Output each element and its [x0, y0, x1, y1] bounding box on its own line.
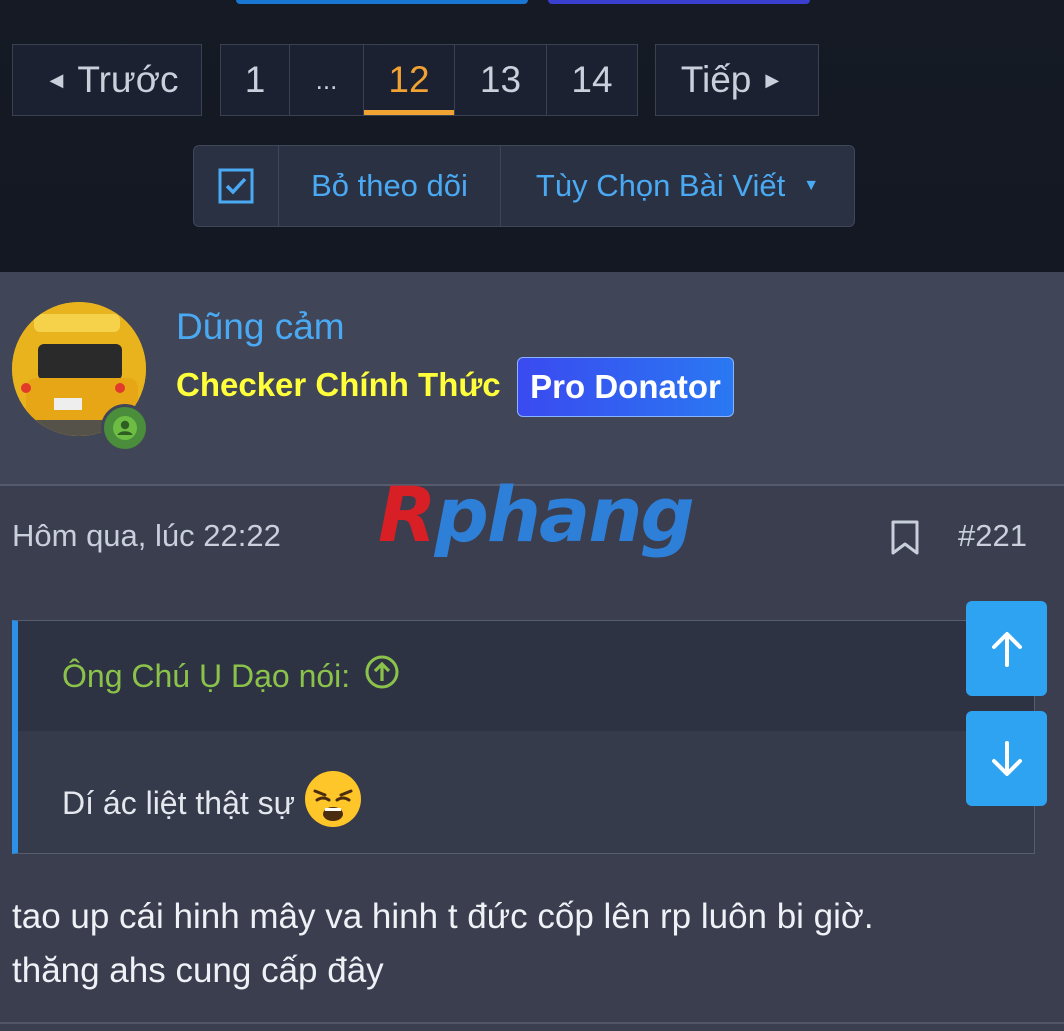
post-number-link[interactable]: #221 — [958, 518, 1027, 554]
divider — [0, 1022, 1064, 1024]
online-status-indicator — [101, 404, 149, 452]
quote-block: Ông Chú Ụ Dạo nói: Dí ác liệt thật sự — [12, 620, 1035, 854]
next-page-label: Tiếp — [680, 59, 752, 100]
quote-content: Dí ác liệt thật sự — [62, 769, 363, 837]
post-body-line: tao up cái hinh mây va hinh t đức cốp lê… — [12, 897, 874, 936]
author-role: Checker Chính Thức — [176, 366, 501, 403]
caret-down-icon: ▼ — [803, 177, 820, 194]
page-12-button[interactable]: 12 — [364, 44, 455, 116]
prev-page-button[interactable]: ◀ Trước — [12, 44, 202, 116]
page-nav-area — [0, 0, 1064, 272]
donator-badge: Pro Donator — [517, 357, 734, 417]
page-ellipsis-button[interactable]: ... — [290, 44, 364, 116]
bookmark-icon — [891, 520, 919, 555]
next-page-button[interactable]: Tiếp ▶ — [655, 44, 819, 116]
page-1-button[interactable]: 1 — [220, 44, 290, 116]
chevron-right-icon: ▶ — [765, 69, 780, 90]
page-14-button[interactable]: 14 — [547, 44, 638, 116]
chevron-left-icon: ◀ — [49, 69, 64, 90]
quote-text: Dí ác liệt thật sự — [62, 784, 296, 821]
post-options-dropdown[interactable]: Tùy Chọn Bài Viết ▼ — [501, 146, 854, 226]
select-checkbox[interactable] — [194, 146, 279, 226]
weary-face-emoji — [303, 769, 363, 837]
online-user-icon — [113, 416, 137, 440]
top-button-stub-2[interactable] — [548, 0, 810, 4]
top-button-stub[interactable] — [236, 0, 528, 4]
post-options-label: Tùy Chọn Bài Viết — [535, 168, 786, 203]
unwatch-button[interactable]: Bỏ theo dõi — [279, 146, 501, 226]
thread-actions-bar: Bỏ theo dõi Tùy Chọn Bài Viết ▼ — [193, 145, 855, 227]
checkbox-icon — [218, 168, 254, 204]
site-watermark-logo: Rphang — [378, 470, 695, 559]
page-number-group: 1 ... 12 13 14 — [220, 44, 638, 116]
post-body: tao up cái hinh mây va hinh t đức cốp lê… — [12, 890, 1052, 998]
arrow-down-icon — [991, 740, 1022, 776]
arrow-up-icon — [991, 631, 1022, 667]
prev-page-label: Trước — [77, 59, 179, 100]
quote-header: Ông Chú Ụ Dạo nói: — [18, 621, 1034, 731]
scroll-down-button[interactable] — [966, 711, 1047, 806]
scroll-up-button[interactable] — [966, 601, 1047, 696]
bookmark-button[interactable] — [890, 520, 920, 561]
post-body-line: thăng ahs cung cấp đây — [12, 951, 384, 990]
page-13-button[interactable]: 13 — [455, 44, 547, 116]
author-name-link[interactable]: Dũng cảm — [176, 306, 345, 348]
arrow-up-circle-icon[interactable] — [364, 654, 400, 698]
post-date-link[interactable]: Hôm qua, lúc 22:22 — [12, 518, 281, 554]
quote-attribution: Ông Chú Ụ Dạo nói: — [62, 657, 351, 694]
